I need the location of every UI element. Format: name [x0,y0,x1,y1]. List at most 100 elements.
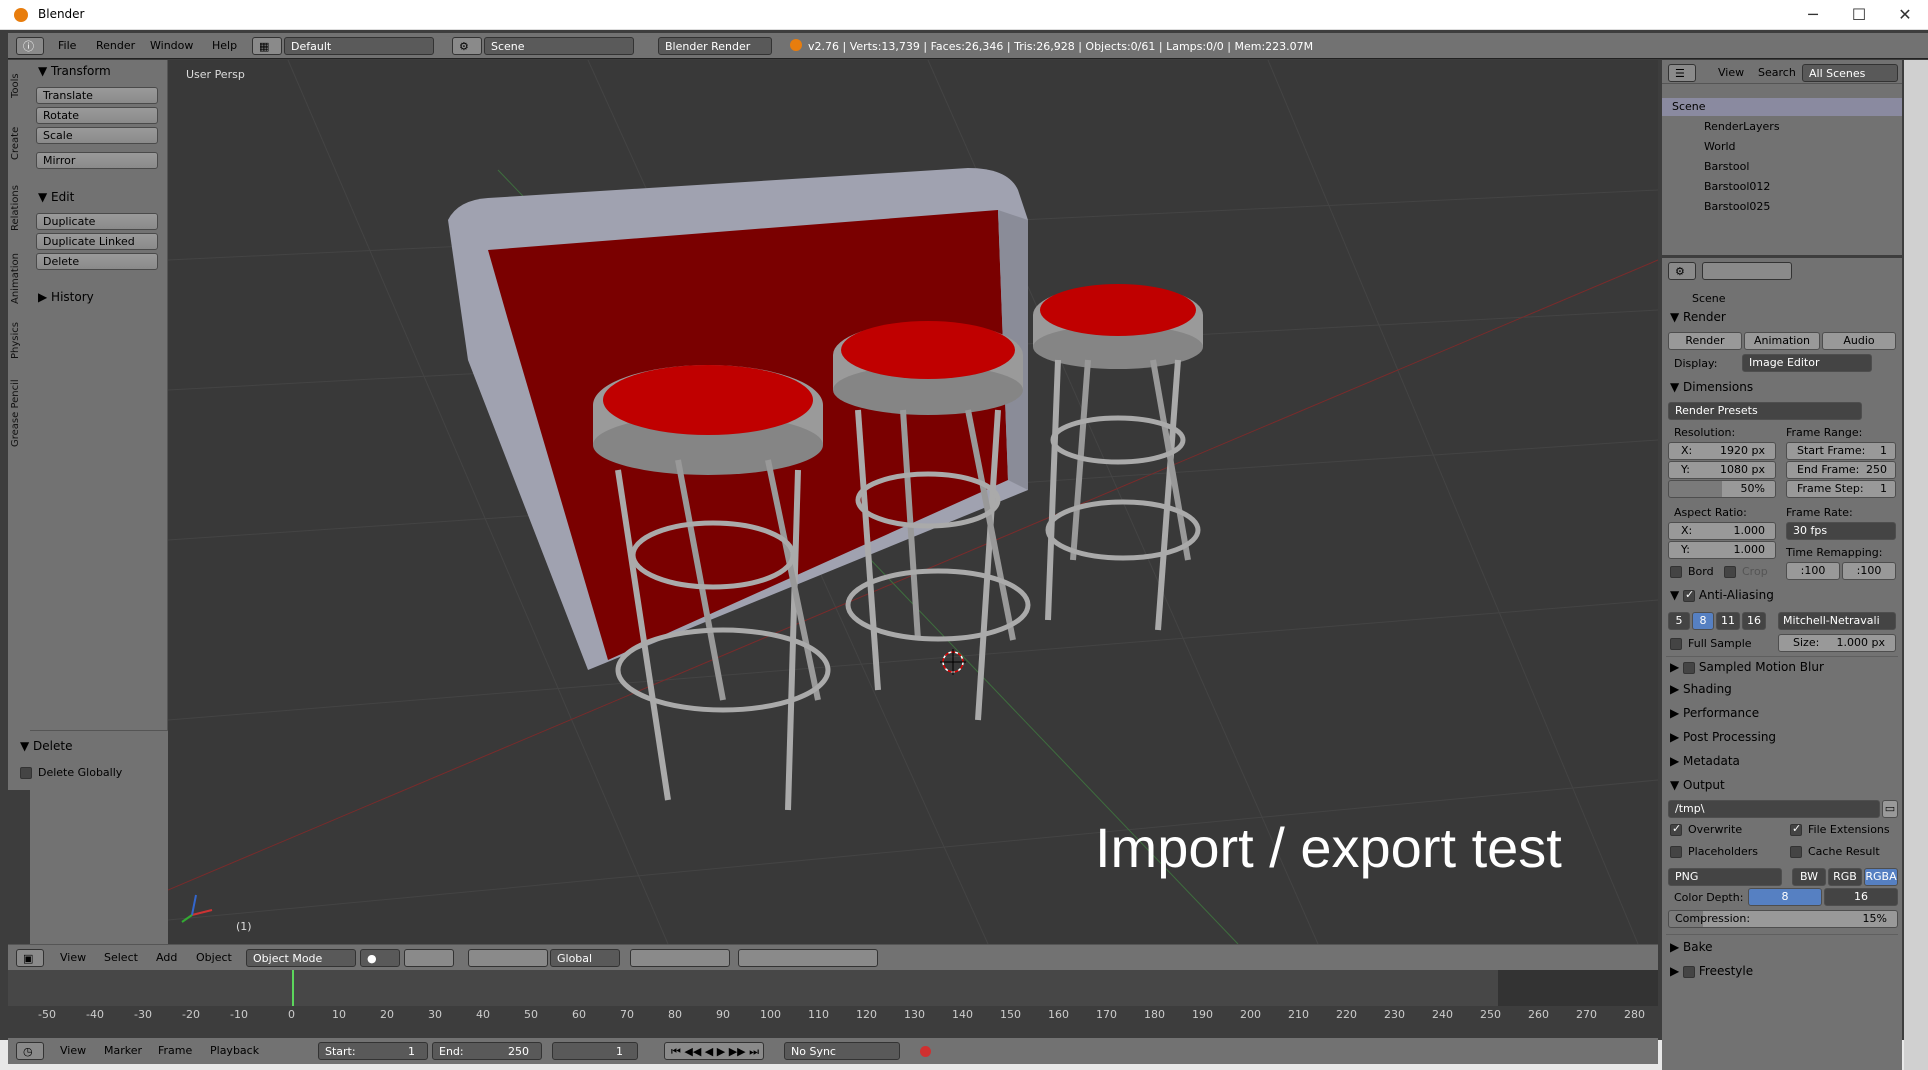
transform-orientation-select[interactable]: Global [550,949,620,967]
timeline-track[interactable] [8,970,1658,1006]
editor-type-outliner-icon[interactable]: ☰ [1668,64,1696,82]
aa-samples-5[interactable]: 5 [1668,612,1690,630]
color-mode-rgba[interactable]: RGBA [1864,868,1898,886]
animation-button[interactable]: Animation [1744,332,1820,350]
history-panel-header[interactable]: ▶ History [38,290,94,304]
editor-type-timeline-icon[interactable]: ◷ [16,1042,44,1060]
outliner-display-select[interactable]: All Scenes [1802,64,1898,82]
view3d-menu-add[interactable]: Add [156,951,177,964]
aspect-x-field[interactable]: X: 1.000 [1668,522,1776,540]
view3d-menu-view[interactable]: View [60,951,86,964]
translate-button[interactable]: Translate [36,87,158,104]
bake-panel-header[interactable]: ▶ Bake [1670,940,1713,954]
file-extensions-checkbox[interactable] [1790,822,1802,836]
tab-grease-pencil[interactable]: Grease Pencil [10,372,28,454]
delete-globally-checkbox[interactable] [20,767,32,779]
performance-panel-header[interactable]: ▶ Performance [1670,706,1759,720]
start-frame-field-props[interactable]: Start Frame: 1 [1786,442,1896,460]
info-editor-type-icon[interactable]: ⓘ [16,37,44,55]
timeline-menu-frame[interactable]: Frame [158,1044,192,1057]
color-depth-16[interactable]: 16 [1824,888,1898,906]
color-mode-bw[interactable]: BW [1792,868,1826,886]
render-panel-header[interactable]: ▼ Render [1670,310,1726,324]
view3d-menu-select[interactable]: Select [104,951,138,964]
menu-window[interactable]: Window [150,39,193,52]
post-processing-panel-header[interactable]: ▶ Post Processing [1670,730,1776,744]
motion-blur-checkbox[interactable] [1683,661,1696,674]
outliner-menu-view[interactable]: View [1718,66,1744,79]
color-depth-8[interactable]: 8 [1748,888,1822,906]
delete-button[interactable]: Delete [36,253,158,270]
aa-panel-header[interactable]: ▼ Anti-Aliasing [1670,588,1774,603]
output-path-field[interactable]: /tmp\ [1668,800,1880,818]
sync-mode-select[interactable]: No Sync [784,1042,900,1060]
timeline-menu-playback[interactable]: Playback [210,1044,259,1057]
menu-help[interactable]: Help [212,39,237,52]
close-button[interactable]: ✕ [1882,0,1928,30]
outliner-menu-search[interactable]: Search [1758,66,1796,79]
aa-samples-8[interactable]: 8 [1692,612,1714,630]
cache-result-checkbox[interactable] [1790,846,1802,858]
snap-tools[interactable] [738,949,878,967]
dimensions-panel-header[interactable]: ▼ Dimensions [1670,380,1753,394]
aspect-y-field[interactable]: Y: 1.000 [1668,541,1776,559]
scene-icon[interactable]: ⚙ [452,37,482,55]
aa-filter-select[interactable]: Mitchell-Netravali [1778,612,1896,630]
motion-blur-panel-header[interactable]: ▶ Sampled Motion Blur [1670,660,1824,674]
remap-new-field[interactable]: :100 [1842,562,1896,580]
outliner-item-barstool025[interactable]: Barstool025 [1662,198,1902,216]
resolution-percentage-slider[interactable]: 50% [1668,480,1776,498]
scene-field[interactable]: Scene [484,37,634,55]
timeline-area[interactable]: -50 -40 -30 -20 -10 0 10 20 30 40 50 60 … [8,970,1658,1022]
end-frame-field[interactable]: End: 250 [432,1042,542,1060]
view3d-menu-object[interactable]: Object [196,951,232,964]
aa-checkbox[interactable] [1683,588,1696,602]
record-icon[interactable] [920,1046,931,1057]
3d-viewport[interactable]: User Persp Import / export test (1) [168,60,1658,944]
file-format-select[interactable]: PNG [1668,868,1782,886]
aa-size-field[interactable]: Size: 1.000 px [1778,634,1896,652]
render-button[interactable]: Render [1668,332,1742,350]
transform-panel-header[interactable]: ▼ Transform [38,64,111,78]
timeline-menu-marker[interactable]: Marker [104,1044,142,1057]
tab-physics[interactable]: Physics [10,318,28,364]
compression-slider[interactable]: Compression: 15% [1668,910,1898,928]
tab-relations[interactable]: Relations [10,178,28,238]
rotate-button[interactable]: Rotate [36,107,158,124]
duplicate-linked-button[interactable]: Duplicate Linked [36,233,158,250]
frame-step-field[interactable]: Frame Step: 1 [1786,480,1896,498]
duplicate-button[interactable]: Duplicate [36,213,158,230]
edit-panel-header[interactable]: ▼ Edit [38,190,74,204]
folder-icon[interactable]: ▭ [1882,800,1898,818]
freestyle-checkbox[interactable] [1683,965,1696,978]
crop-checkbox[interactable] [1724,566,1736,578]
outliner-item-world[interactable]: World [1662,138,1902,156]
resolution-x-field[interactable]: X: 1920 px [1668,442,1776,460]
shading-mode-icon[interactable]: ● [360,949,400,967]
display-select[interactable]: Image Editor [1742,354,1872,372]
aa-samples-16[interactable]: 16 [1742,612,1766,630]
timeline-menu-view[interactable]: View [60,1044,86,1057]
frame-rate-select[interactable]: 30 fps [1786,522,1896,540]
end-frame-field-props[interactable]: End Frame: 250 [1786,461,1896,479]
outliner-item-barstool012[interactable]: Barstool012 [1662,178,1902,196]
operator-panel-header[interactable]: ▼ Delete [20,739,72,753]
outliner-item-scene[interactable]: Scene [1662,98,1902,116]
freestyle-panel-header[interactable]: ▶ Freestyle [1670,964,1753,978]
menu-render[interactable]: Render [96,39,135,52]
color-mode-rgb[interactable]: RGB [1828,868,1862,886]
outliner-item-barstool[interactable]: Barstool [1662,158,1902,176]
minimize-button[interactable]: ─ [1790,0,1836,30]
outliner-item-renderlayers[interactable]: RenderLayers [1662,118,1902,136]
render-engine-select[interactable]: Blender Render [658,37,772,55]
remap-old-field[interactable]: :100 [1786,562,1840,580]
manipulator-icons[interactable] [468,949,548,967]
aa-samples-11[interactable]: 11 [1716,612,1740,630]
current-frame-field[interactable]: 1 [552,1042,638,1060]
mirror-button[interactable]: Mirror [36,152,158,169]
maximize-button[interactable]: ☐ [1836,0,1882,30]
resolution-y-field[interactable]: Y: 1080 px [1668,461,1776,479]
render-presets-select[interactable]: Render Presets [1668,402,1862,420]
editor-type-3d-icon[interactable]: ▣ [16,949,44,967]
menu-file[interactable]: File [58,39,76,52]
